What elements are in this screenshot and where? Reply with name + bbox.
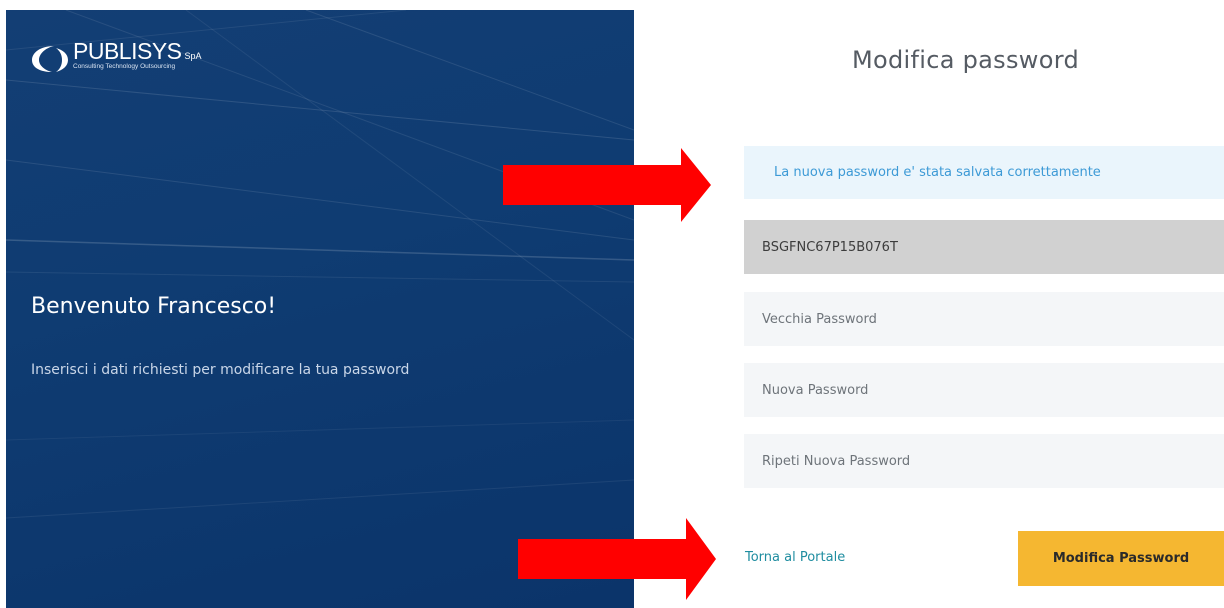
page-title: Modifica password bbox=[852, 46, 1079, 74]
back-to-portal-link[interactable]: Torna al Portale bbox=[745, 550, 845, 565]
logo-name: PUBLISYS bbox=[73, 38, 182, 64]
logo-tagline: Consulting Technology Outsourcing bbox=[73, 63, 176, 70]
old-password-input[interactable] bbox=[744, 292, 1224, 346]
logo-suffix: SpA bbox=[184, 51, 202, 61]
red-arrow-icon bbox=[503, 148, 711, 222]
red-arrow-icon bbox=[518, 518, 716, 600]
logo-swoosh-icon bbox=[32, 46, 68, 72]
change-password-button[interactable]: Modifica Password bbox=[1018, 531, 1224, 586]
codice-fiscale-field[interactable] bbox=[744, 220, 1224, 274]
welcome-subtitle: Inserisci i dati richiesti per modificar… bbox=[31, 362, 410, 378]
success-alert: La nuova password e' stata salvata corre… bbox=[744, 146, 1224, 199]
new-password-input[interactable] bbox=[744, 363, 1224, 417]
publisys-logo: PUBLISYS SpA Consulting Technology Outsou… bbox=[30, 40, 202, 74]
welcome-title: Benvenuto Francesco! bbox=[31, 294, 277, 319]
repeat-password-input[interactable] bbox=[744, 434, 1224, 488]
